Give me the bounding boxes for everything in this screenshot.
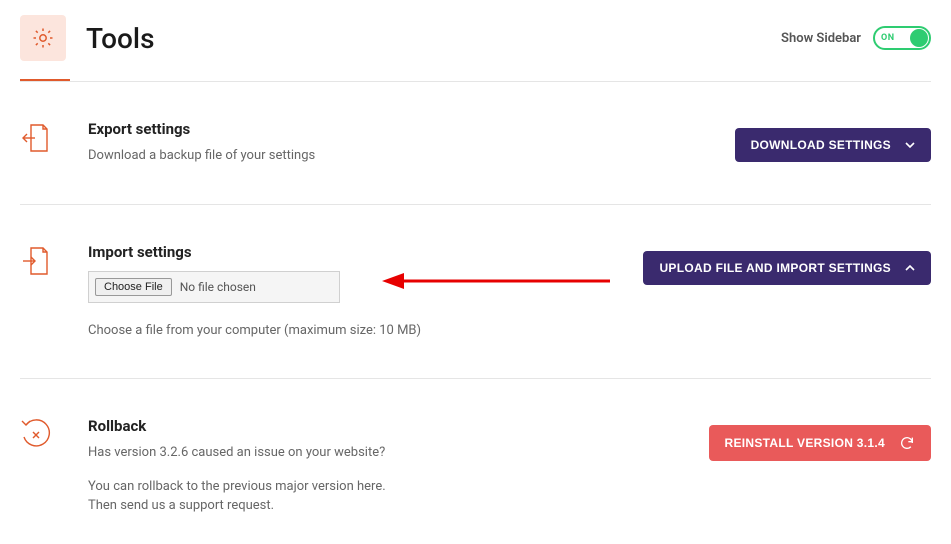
export-body: Export settings Download a backup file o…: [88, 120, 715, 166]
section-rollback: Rollback Has version 3.2.6 caused an iss…: [20, 379, 931, 526]
page-title: Tools: [86, 22, 154, 55]
download-settings-button[interactable]: DOWNLOAD SETTINGS: [735, 128, 931, 162]
upload-import-button[interactable]: UPLOAD FILE AND IMPORT SETTINGS: [643, 251, 931, 285]
download-settings-label: DOWNLOAD SETTINGS: [751, 138, 891, 152]
section-import: Import settings Choose File No file chos…: [20, 205, 931, 380]
reinstall-button[interactable]: REINSTALL VERSION 3.1.4: [709, 425, 932, 461]
reinstall-label: REINSTALL VERSION 3.1.4: [725, 436, 886, 450]
import-title: Import settings: [88, 243, 623, 261]
import-help-text: Choose a file from your computer (maximu…: [88, 321, 623, 341]
toggle-state-text: ON: [881, 33, 895, 43]
export-desc: Download a backup file of your settings: [88, 146, 715, 166]
import-body: Import settings Choose File No file chos…: [88, 243, 623, 341]
chevron-down-icon: [905, 140, 915, 150]
show-sidebar-toggle[interactable]: ON: [873, 26, 931, 50]
rollback-title: Rollback: [88, 417, 689, 435]
header-right: Show Sidebar ON: [781, 26, 931, 50]
file-status-text: No file chosen: [180, 280, 256, 294]
rollback-line1: Has version 3.2.6 caused an issue on you…: [88, 443, 689, 463]
show-sidebar-label: Show Sidebar: [781, 31, 861, 46]
export-icon: [20, 122, 54, 158]
rollback-body: Rollback Has version 3.2.6 caused an iss…: [88, 417, 689, 516]
section-export: Export settings Download a backup file o…: [20, 82, 931, 205]
header-left: Tools: [20, 15, 154, 61]
toggle-knob: [910, 29, 928, 47]
file-input-row: Choose File No file chosen: [88, 271, 340, 303]
page-header: Tools Show Sidebar ON: [20, 15, 931, 79]
rollback-line3: Then send us a support request.: [88, 496, 689, 516]
tools-icon: [20, 15, 66, 61]
chevron-up-icon: [905, 263, 915, 273]
rollback-line2: You can rollback to the previous major v…: [88, 477, 689, 497]
choose-file-button[interactable]: Choose File: [95, 278, 172, 296]
rollback-icon: [20, 419, 54, 455]
import-icon: [20, 245, 54, 281]
refresh-icon: [899, 435, 915, 451]
export-title: Export settings: [88, 120, 715, 138]
upload-import-label: UPLOAD FILE AND IMPORT SETTINGS: [659, 261, 891, 275]
